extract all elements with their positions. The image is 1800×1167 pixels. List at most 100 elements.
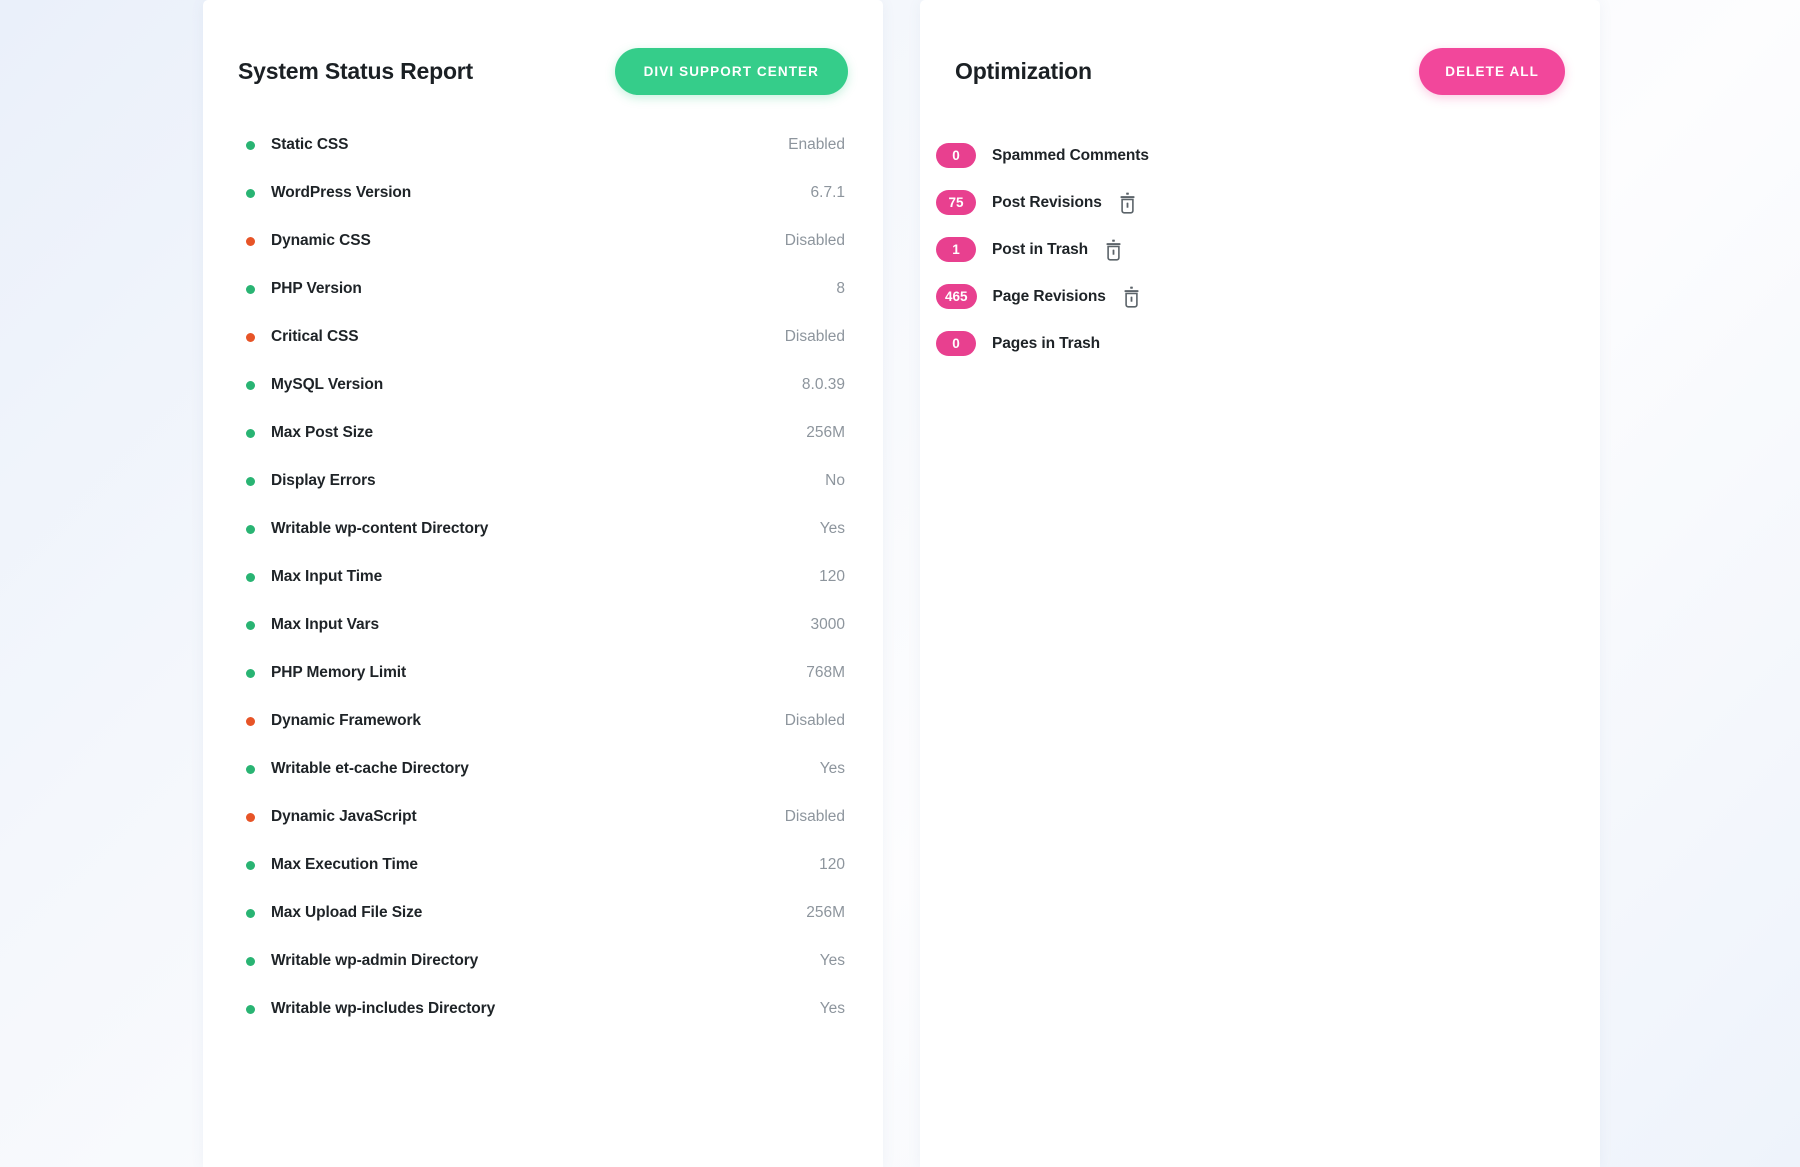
status-label: Dynamic JavaScript	[271, 808, 785, 826]
status-label: Dynamic Framework	[271, 712, 785, 730]
status-label: Writable wp-includes Directory	[271, 1000, 820, 1018]
status-value: 120	[819, 856, 845, 874]
optimization-label: Pages in Trash	[992, 335, 1100, 353]
status-value: Enabled	[788, 136, 845, 154]
status-value: Yes	[820, 1000, 845, 1018]
status-label: Writable et-cache Directory	[271, 760, 820, 778]
status-ok-dot-icon	[246, 141, 255, 150]
status-ok-dot-icon	[246, 477, 255, 486]
status-ok-dot-icon	[246, 957, 255, 966]
status-disabled-dot-icon	[246, 237, 255, 246]
status-row: WordPress Version6.7.1	[246, 169, 845, 217]
status-label: Writable wp-admin Directory	[271, 952, 820, 970]
status-row: Static CSSEnabled	[246, 121, 845, 169]
status-value: 768M	[806, 664, 845, 682]
status-value: 256M	[806, 424, 845, 442]
status-value: Yes	[820, 952, 845, 970]
status-value: 6.7.1	[811, 184, 845, 202]
status-value: 120	[819, 568, 845, 586]
status-row: PHP Version8	[246, 265, 845, 313]
status-label: Critical CSS	[271, 328, 785, 346]
status-disabled-dot-icon	[246, 717, 255, 726]
status-label: Max Input Time	[271, 568, 819, 586]
status-ok-dot-icon	[246, 669, 255, 678]
status-row: Max Upload File Size256M	[246, 889, 845, 937]
delete-all-button[interactable]: DELETE ALL	[1419, 48, 1565, 95]
status-value: 256M	[806, 904, 845, 922]
system-status-header: System Status Report DIVI SUPPORT CENTER	[203, 0, 883, 104]
status-label: Max Execution Time	[271, 856, 819, 874]
optimization-label: Post in Trash	[992, 241, 1088, 259]
status-label: Max Post Size	[271, 424, 806, 442]
status-row: Dynamic CSSDisabled	[246, 217, 845, 265]
optimization-row: 465 Page Revisions	[936, 273, 1562, 320]
status-value: 3000	[811, 616, 845, 634]
status-label: Display Errors	[271, 472, 825, 490]
system-status-list: Static CSSEnabledWordPress Version6.7.1D…	[203, 104, 883, 1033]
status-label: Max Input Vars	[271, 616, 811, 634]
trash-icon[interactable]	[1118, 192, 1137, 214]
optimization-list: 0 Spammed Comments 75 Post Revisions 1 Post i…	[920, 104, 1600, 367]
status-ok-dot-icon	[246, 765, 255, 774]
status-label: PHP Version	[271, 280, 836, 298]
status-value: Disabled	[785, 808, 845, 826]
status-row: Writable wp-admin DirectoryYes	[246, 937, 845, 985]
status-disabled-dot-icon	[246, 333, 255, 342]
status-value: 8.0.39	[802, 376, 845, 394]
optimization-row: 1 Post in Trash	[936, 226, 1562, 273]
status-row: Writable wp-content DirectoryYes	[246, 505, 845, 553]
optimization-row: 0 Spammed Comments	[936, 132, 1562, 179]
status-ok-dot-icon	[246, 525, 255, 534]
optimization-header: Optimization DELETE ALL	[920, 0, 1600, 104]
optimization-row: 75 Post Revisions	[936, 179, 1562, 226]
divi-support-center-button[interactable]: DIVI SUPPORT CENTER	[615, 48, 848, 95]
status-label: MySQL Version	[271, 376, 802, 394]
status-disabled-dot-icon	[246, 813, 255, 822]
status-ok-dot-icon	[246, 429, 255, 438]
status-value: Yes	[820, 520, 845, 538]
status-ok-dot-icon	[246, 285, 255, 294]
trash-icon[interactable]	[1122, 286, 1141, 308]
optimization-label: Post Revisions	[992, 194, 1102, 212]
count-badge: 75	[936, 190, 976, 215]
page-title: System Status Report	[238, 58, 473, 85]
status-row: Dynamic FrameworkDisabled	[246, 697, 845, 745]
status-row: Max Input Vars3000	[246, 601, 845, 649]
status-row: Dynamic JavaScriptDisabled	[246, 793, 845, 841]
trash-icon[interactable]	[1104, 239, 1123, 261]
status-ok-dot-icon	[246, 621, 255, 630]
status-ok-dot-icon	[246, 909, 255, 918]
dashboard-board: System Status Report DIVI SUPPORT CENTER…	[0, 0, 1800, 1167]
count-badge: 0	[936, 143, 976, 168]
status-label: Max Upload File Size	[271, 904, 806, 922]
status-value: Disabled	[785, 712, 845, 730]
status-ok-dot-icon	[246, 189, 255, 198]
status-row: Critical CSSDisabled	[246, 313, 845, 361]
status-ok-dot-icon	[246, 861, 255, 870]
status-value: 8	[836, 280, 845, 298]
optimization-label: Spammed Comments	[992, 147, 1149, 165]
optimization-row: 0 Pages in Trash	[936, 320, 1562, 367]
optimization-label: Page Revisions	[993, 288, 1106, 306]
status-value: Disabled	[785, 232, 845, 250]
count-badge: 1	[936, 237, 976, 262]
status-label: Writable wp-content Directory	[271, 520, 820, 538]
status-row: Writable et-cache DirectoryYes	[246, 745, 845, 793]
status-ok-dot-icon	[246, 381, 255, 390]
status-row: Max Execution Time120	[246, 841, 845, 889]
system-status-report-card: System Status Report DIVI SUPPORT CENTER…	[203, 0, 883, 1167]
count-badge: 0	[936, 331, 976, 356]
status-value: Disabled	[785, 328, 845, 346]
status-value: Yes	[820, 760, 845, 778]
status-label: Dynamic CSS	[271, 232, 785, 250]
status-row: Display ErrorsNo	[246, 457, 845, 505]
status-value: No	[825, 472, 845, 490]
status-row: PHP Memory Limit768M	[246, 649, 845, 697]
count-badge: 465	[936, 284, 977, 309]
status-label: Static CSS	[271, 136, 788, 154]
status-label: PHP Memory Limit	[271, 664, 806, 682]
status-row: Max Post Size256M	[246, 409, 845, 457]
status-ok-dot-icon	[246, 573, 255, 582]
status-row: Max Input Time120	[246, 553, 845, 601]
status-ok-dot-icon	[246, 1005, 255, 1014]
